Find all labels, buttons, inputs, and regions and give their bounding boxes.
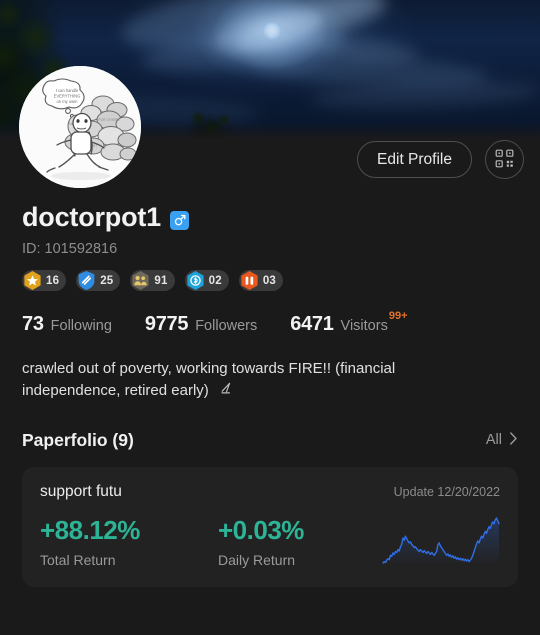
portfolio-name: support futu xyxy=(40,482,122,500)
stat-visitors[interactable]: 6471 Visitors 99+ xyxy=(290,310,408,336)
badge-coin[interactable]: 02 xyxy=(184,270,229,291)
daily-return-value: +0.03% xyxy=(218,514,304,545)
stat-value: 6471 xyxy=(290,313,334,335)
pencil-icon[interactable] xyxy=(218,381,233,403)
sparkline-chart xyxy=(382,516,500,565)
profile-bio: crawled out of poverty, working towards … xyxy=(22,358,442,403)
section-title: Paperfolio (9) xyxy=(22,429,134,450)
chevron-right-icon xyxy=(509,431,518,450)
user-id: ID: 101592816 xyxy=(22,241,118,257)
svg-text:I can handle: I can handle xyxy=(56,88,79,93)
portfolio-card[interactable]: support futu Update 12/20/2022 +88.12% T… xyxy=(22,466,518,587)
badge-count: 25 xyxy=(100,274,114,287)
shield-icon xyxy=(76,270,97,291)
portfolio-sparkline xyxy=(368,514,500,568)
view-all-link[interactable]: All xyxy=(486,431,518,450)
svg-text:EVERYTHING: EVERYTHING xyxy=(54,94,81,99)
profile-actions: Edit Profile xyxy=(357,140,524,179)
badge-people[interactable]: 91 xyxy=(130,270,175,291)
badge-count: 02 xyxy=(208,274,222,287)
total-return-value: +88.12% xyxy=(40,514,140,545)
badge-shield[interactable]: 25 xyxy=(76,270,121,291)
coin-icon xyxy=(185,270,206,291)
svg-text:FOR OTHERS: FOR OTHERS xyxy=(99,118,120,122)
badge-count: 91 xyxy=(154,274,168,287)
stat-followers[interactable]: 9775 Followers xyxy=(145,313,257,336)
daily-return-label: Daily Return xyxy=(218,551,296,568)
stat-value: 73 xyxy=(22,313,44,335)
stat-following[interactable]: 73 Following xyxy=(22,313,112,336)
profile-screen: I can handle EVERYTHING on my own! FOR O… xyxy=(0,0,540,635)
edit-profile-button[interactable]: Edit Profile xyxy=(357,141,472,178)
badge-list: 16 25 91 02 03 xyxy=(22,270,518,291)
paperfolio-header: Paperfolio (9) All xyxy=(22,430,518,451)
people-icon xyxy=(130,270,151,291)
badge-count: 03 xyxy=(262,274,277,287)
portfolio-card-header: support futu Update 12/20/2022 xyxy=(40,483,500,501)
male-symbol-icon xyxy=(170,210,189,230)
badge-count: 16 xyxy=(46,274,60,287)
stats-row: 73 Following 9775 Followers 6471 Visitor… xyxy=(22,310,518,336)
stat-label: Following xyxy=(50,318,112,334)
portfolio-metrics: +88.12% Total Return +0.03% Daily Return xyxy=(40,514,500,568)
stat-value: 9775 xyxy=(144,313,189,335)
portfolio-update-date: Update 12/20/2022 xyxy=(393,484,500,499)
view-all-label: All xyxy=(485,432,502,448)
stat-label: Visitors xyxy=(340,318,388,334)
svg-text:on my own!: on my own! xyxy=(57,99,78,104)
total-return-label: Total Return xyxy=(40,551,116,568)
qr-code-button[interactable] xyxy=(485,140,524,179)
username-row: doctorpot1 xyxy=(22,190,518,233)
avatar[interactable]: I can handle EVERYTHING on my own! FOR O… xyxy=(19,66,141,188)
star-icon xyxy=(22,270,43,291)
profile-body: doctorpot1 ID: 101592816 16 25 91 02 03 … xyxy=(0,190,540,587)
daily-return-metric: +0.03% Daily Return xyxy=(218,516,368,568)
visitors-new-badge: 99+ xyxy=(388,310,408,322)
badge-bars[interactable]: 03 xyxy=(238,270,284,291)
total-return-metric: +88.12% Total Return xyxy=(40,516,218,568)
qr-code-icon xyxy=(495,149,514,171)
stat-label: Followers xyxy=(195,318,258,334)
bars-icon xyxy=(239,270,260,291)
bio-text: crawled out of poverty, working towards … xyxy=(22,360,396,399)
page-title: doctorpot1 xyxy=(22,202,161,232)
badge-star[interactable]: 16 xyxy=(22,270,67,291)
